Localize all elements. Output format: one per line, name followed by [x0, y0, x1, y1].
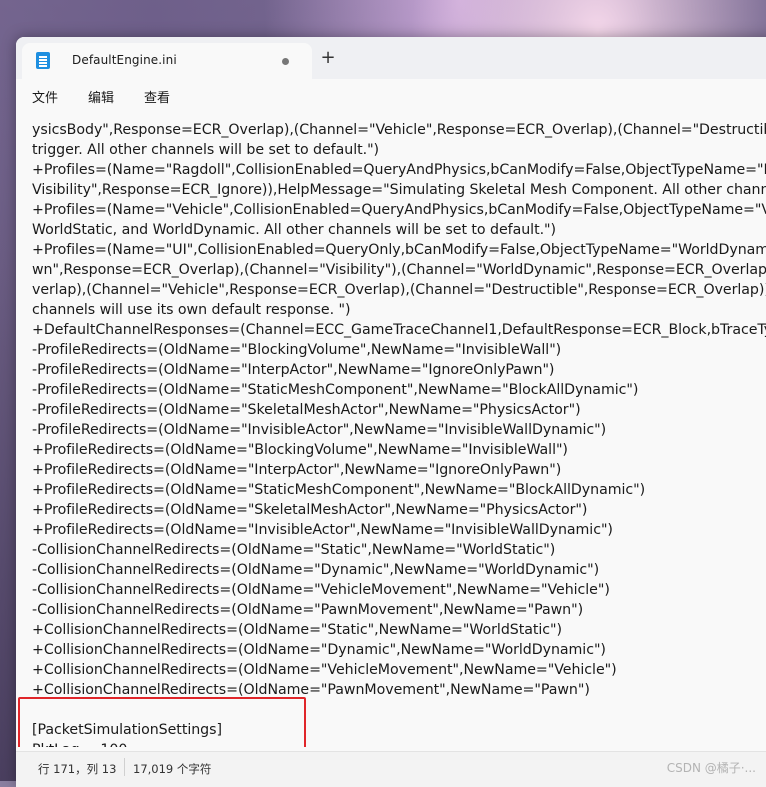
- editor-line: -ProfileRedirects=(OldName="InterpActor"…: [32, 362, 555, 378]
- new-tab-button[interactable]: +: [316, 46, 340, 70]
- editor-line: -CollisionChannelRedirects=(OldName="Sta…: [32, 542, 556, 558]
- editor-line: -ProfileRedirects=(OldName="InvisibleAct…: [32, 422, 607, 438]
- watermark: CSDN @橘子·...: [666, 761, 756, 775]
- editor-line: +ProfileRedirects=(OldName="SkeletalMesh…: [32, 502, 588, 518]
- editor-line: +ProfileRedirects=(OldName="InvisibleAct…: [32, 522, 613, 538]
- highlight-annotation-box: [18, 697, 306, 747]
- notepad-window: DefaultEngine.ini + 文件 编辑 查看 ysicsBody",…: [16, 37, 766, 787]
- notepad-icon: [36, 52, 50, 69]
- title-bar: DefaultEngine.ini +: [16, 37, 766, 79]
- menu-file[interactable]: 文件: [30, 85, 60, 108]
- editor-line: Visibility",Response=ECR_Ignore)),HelpMe…: [32, 182, 766, 198]
- editor-line: +ProfileRedirects=(OldName="BlockingVolu…: [32, 442, 568, 458]
- editor-line: +ProfileRedirects=(OldName="StaticMeshCo…: [32, 482, 646, 498]
- editor-line: WorldStatic, and WorldDynamic. All other…: [32, 222, 557, 238]
- editor-line: verlap),(Channel="Vehicle",Response=ECR_…: [32, 282, 766, 298]
- editor-line: +DefaultChannelResponses=(Channel=ECC_Ga…: [32, 322, 766, 338]
- character-count: 17,019 个字符: [133, 762, 212, 776]
- menu-bar: 文件 编辑 查看: [16, 79, 766, 111]
- editor-line: -ProfileRedirects=(OldName="BlockingVolu…: [32, 342, 562, 358]
- editor-line: -CollisionChannelRedirects=(OldName="Paw…: [32, 602, 584, 618]
- unsaved-dot-icon[interactable]: [282, 58, 289, 65]
- status-divider: [124, 758, 125, 776]
- editor-line: +CollisionChannelRedirects=(OldName="Sta…: [32, 622, 563, 638]
- editor-line: channels will use its own default respon…: [32, 302, 351, 318]
- editor-line: +Profiles=(Name="Vehicle",CollisionEnabl…: [32, 202, 766, 218]
- editor-line: wn",Response=ECR_Overlap),(Channel="Visi…: [32, 262, 766, 278]
- editor-line: ysicsBody",Response=ECR_Overlap),(Channe…: [32, 122, 766, 138]
- text-editor[interactable]: ysicsBody",Response=ECR_Overlap),(Channe…: [16, 111, 766, 747]
- editor-line: -ProfileRedirects=(OldName="SkeletalMesh…: [32, 402, 581, 418]
- editor-line: -CollisionChannelRedirects=(OldName="Dyn…: [32, 562, 600, 578]
- editor-line: +CollisionChannelRedirects=(OldName="Dyn…: [32, 642, 606, 658]
- editor-line: +Profiles=(Name="UI",CollisionEnabled=Qu…: [32, 242, 766, 258]
- menu-edit[interactable]: 编辑: [86, 85, 116, 108]
- editor-line: +Profiles=(Name="Ragdoll",CollisionEnabl…: [32, 162, 766, 178]
- tab-title: DefaultEngine.ini: [72, 53, 177, 67]
- editor-line: -CollisionChannelRedirects=(OldName="Veh…: [32, 582, 610, 598]
- status-bar: 行 171，列 13 17,019 个字符: [16, 751, 766, 787]
- editor-line: -ProfileRedirects=(OldName="StaticMeshCo…: [32, 382, 639, 398]
- menu-view[interactable]: 查看: [142, 85, 172, 108]
- editor-line: +CollisionChannelRedirects=(OldName="Veh…: [32, 662, 617, 678]
- cursor-position: 行 171，列 13: [38, 762, 117, 776]
- editor-line: trigger. All other channels will be set …: [32, 142, 380, 158]
- editor-line: +ProfileRedirects=(OldName="InterpActor"…: [32, 462, 562, 478]
- tab-default-engine[interactable]: DefaultEngine.ini: [22, 43, 312, 79]
